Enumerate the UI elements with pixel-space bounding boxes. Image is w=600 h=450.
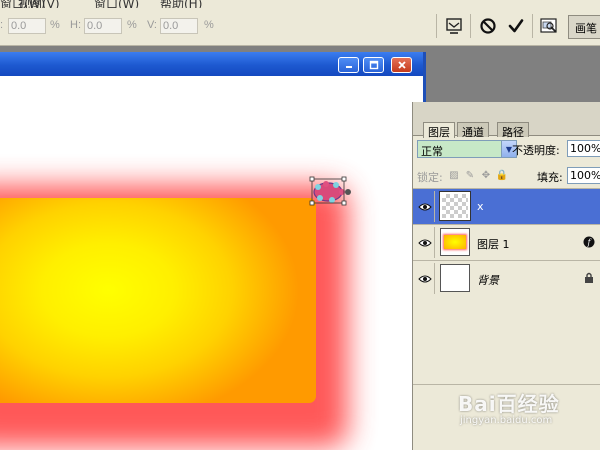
- watermark-url: jingyan.baidu.com: [460, 415, 553, 426]
- v-unit-label: %: [204, 19, 214, 31]
- baidu-jingyan-watermark: Bai百经验 jingyan.baidu.com: [458, 388, 588, 432]
- layer-row-background[interactable]: 背景: [413, 260, 600, 296]
- menu-item-window-2[interactable]: 窗口(W): [94, 0, 139, 8]
- layer-row-layer-1[interactable]: 图层 1 f: [413, 224, 600, 260]
- layer-row-x[interactable]: x: [413, 188, 600, 224]
- x-scale-field[interactable]: 0.0: [8, 18, 46, 34]
- v-label: V:: [147, 19, 157, 31]
- opacity-label: 不透明度:: [512, 144, 560, 157]
- menu-bar: 窗口(W) 视图(V) 窗口(W) 帮助(H): [0, 0, 600, 8]
- lock-transparency-icon[interactable]: ▨: [449, 170, 459, 181]
- lock-label: 锁定:: [417, 171, 443, 184]
- lock-image-icon[interactable]: ✎: [465, 170, 475, 181]
- image-canvas[interactable]: [0, 77, 423, 450]
- h-label: H:: [70, 19, 81, 31]
- file-browser-icon[interactable]: [537, 14, 561, 38]
- options-bar: : 0.0 % H: 0.0 % V: 0.0 % 画笔: [0, 8, 600, 46]
- document-title-bar[interactable]: [0, 52, 423, 76]
- fill-label: 填充:: [537, 171, 563, 184]
- layer-effects-icon[interactable]: f: [583, 236, 595, 248]
- v-skew-field[interactable]: 0.0: [160, 18, 198, 34]
- blend-mode-value: 正常: [421, 145, 443, 158]
- eye-icon[interactable]: [415, 227, 435, 258]
- tab-channels[interactable]: 通道: [457, 122, 489, 139]
- tab-layers[interactable]: 图层: [423, 122, 455, 139]
- brushes-palette-tab[interactable]: 画笔: [568, 15, 600, 39]
- close-button[interactable]: [391, 57, 412, 73]
- h-scale-field[interactable]: 0.0: [84, 18, 122, 34]
- eye-icon[interactable]: [415, 263, 435, 294]
- commit-transform-icon[interactable]: [504, 14, 528, 38]
- lock-icon: [583, 272, 595, 284]
- layer-thumbnail: [440, 264, 470, 292]
- panel-tabs: 图层 通道 路径: [413, 102, 600, 139]
- fill-field[interactable]: 100%: [567, 167, 600, 184]
- layer-thumbnail: [439, 191, 471, 221]
- blend-mode-select[interactable]: 正常 ▼: [417, 140, 517, 158]
- x-label: :: [0, 19, 4, 31]
- lock-position-icon[interactable]: ✥: [481, 170, 491, 181]
- h-unit-label: %: [127, 19, 137, 31]
- toolbar-separator: [436, 14, 437, 38]
- layer-name: x: [477, 200, 484, 213]
- document-window: [0, 52, 426, 450]
- pasted-object-marker[interactable]: [306, 175, 352, 209]
- minimize-button[interactable]: [338, 57, 359, 73]
- menu-item-view[interactable]: 视图(V): [18, 0, 60, 8]
- warp-mode-icon[interactable]: [442, 14, 466, 38]
- lock-all-icon[interactable]: 🔒: [496, 170, 508, 181]
- x-unit-label: %: [50, 19, 60, 31]
- tab-paths[interactable]: 路径: [497, 122, 529, 139]
- eye-icon[interactable]: [415, 191, 435, 222]
- maximize-button[interactable]: [363, 57, 384, 73]
- lock-options: ▨ ✎ ✥ 🔒: [449, 170, 508, 181]
- layer-thumbnail: [440, 228, 470, 256]
- toolbar-separator: [532, 14, 533, 38]
- opacity-field[interactable]: 100%: [567, 140, 600, 157]
- toolbar-separator: [470, 14, 471, 38]
- layer-name: 图层 1: [477, 238, 510, 251]
- layer-name: 背景: [477, 274, 499, 287]
- watermark-brand: Bai百经验: [458, 392, 560, 416]
- cancel-transform-icon[interactable]: [476, 14, 500, 38]
- menu-item-help[interactable]: 帮助(H): [160, 0, 202, 8]
- gradient-rectangle: [0, 198, 316, 403]
